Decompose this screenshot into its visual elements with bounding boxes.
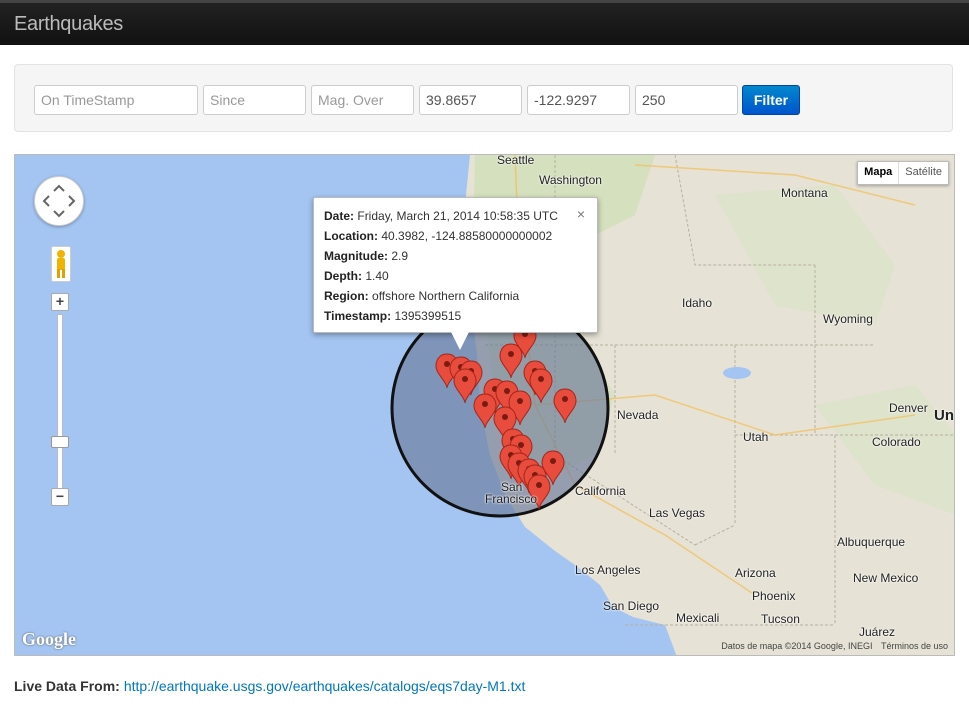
info-date-label: Date: [324,209,355,223]
google-logo[interactable]: Google [22,629,76,650]
map-label-francisco: Francisco [485,492,538,506]
map-label-mexicali: Mexicali [676,611,720,625]
info-date-row: Date: Friday, March 21, 2014 10:58:35 UT… [324,206,587,226]
map-label-las-vegas: Las Vegas [649,506,706,520]
info-timestamp-label: Timestamp: [324,309,392,323]
earthquake-marker[interactable] [473,393,497,429]
earthquake-marker[interactable] [529,368,553,404]
info-timestamp-value: 1395399515 [394,309,462,323]
map-label-montana: Montana [781,186,828,200]
map-label-los-angeles: Los Angeles [575,563,641,577]
filter-form: Filter [14,64,953,132]
info-magnitude-row: Magnitude: 2.9 [324,246,587,266]
map-label-wyoming: Wyoming [823,312,873,326]
pegman-icon[interactable] [51,246,71,282]
map-label-san-diego: San Diego [603,599,660,613]
info-location-row: Location: 40.3982, -124.88580000000002 [324,226,587,246]
map-type-control: Mapa Satélite [857,161,949,185]
info-depth-value: 1.40 [365,269,389,283]
map-label-juarez: Juárez [859,625,896,639]
info-location-value: 40.3982, -124.88580000000002 [381,229,553,243]
map[interactable]: Seattle Washington Montana Idaho Wyoming… [14,154,955,656]
zoom-out-button[interactable]: − [51,488,69,506]
map-label-albuquerque: Albuquerque [837,535,906,549]
longitude-input[interactable] [527,85,630,115]
map-label-tucson: Tucson [761,612,800,626]
map-label-utah: Utah [743,430,769,444]
map-attribution-text: Datos de mapa ©2014 Google, INEGI [721,641,873,651]
since-input[interactable] [203,85,306,115]
info-magnitude-label: Magnitude: [324,249,388,263]
map-label-denver: Denver [889,401,928,415]
info-depth-row: Depth: 1.40 [324,266,587,286]
earthquake-marker[interactable] [553,388,577,424]
info-region-value: offshore Northern California [372,289,520,303]
info-depth-label: Depth: [324,269,362,283]
pan-control[interactable] [34,176,84,226]
info-date-value: Friday, March 21, 2014 10:58:35 UTC [357,209,558,223]
map-label-united: Un [934,407,954,424]
zoom-slider-track[interactable] [57,314,63,490]
info-region-label: Region: [324,289,369,303]
info-window-pointer [451,332,469,350]
map-label-arizona: Arizona [735,566,776,580]
zoom-slider-handle[interactable] [51,436,69,448]
map-label-idaho: Idaho [682,296,713,310]
live-data-link[interactable]: http://earthquake.usgs.gov/earthquakes/c… [124,678,526,694]
map-label-california: California [575,484,626,498]
navbar: Earthquakes [0,0,969,45]
terms-link[interactable]: Términos de uso [881,641,948,651]
radius-input[interactable] [635,85,738,115]
map-type-satellite-button[interactable]: Satélite [899,162,948,184]
earthquake-marker[interactable] [499,343,523,379]
close-icon[interactable]: × [577,204,585,224]
magnitude-input[interactable] [311,85,414,115]
zoom-in-button[interactable]: + [51,293,69,311]
latitude-input[interactable] [419,85,522,115]
map-label-phoenix: Phoenix [752,589,796,603]
live-data-label: Live Data From: [14,678,120,694]
map-label-seattle: Seattle [497,154,535,167]
map-label-nevada: Nevada [617,408,659,422]
info-timestamp-row: Timestamp: 1395399515 [324,306,587,326]
filter-button[interactable]: Filter [742,85,800,115]
info-location-label: Location: [324,229,378,243]
earthquake-marker[interactable] [453,368,477,404]
map-label-colorado: Colorado [872,435,921,449]
brand-title[interactable]: Earthquakes [14,13,123,36]
live-data-line: Live Data From: http://earthquake.usgs.go… [14,678,525,694]
timestamp-input[interactable] [34,85,198,115]
map-label-washington: Washington [539,173,602,187]
map-label-new-mexico: New Mexico [853,571,919,585]
map-attribution: Datos de mapa ©2014 Google, INEGI Términ… [715,641,948,651]
map-type-map-button[interactable]: Mapa [858,162,900,184]
pan-arrows-icon [42,184,76,218]
info-magnitude-value: 2.9 [391,249,409,263]
info-window: × Date: Friday, March 21, 2014 10:58:35 … [313,197,598,333]
info-region-row: Region: offshore Northern California [324,286,587,306]
